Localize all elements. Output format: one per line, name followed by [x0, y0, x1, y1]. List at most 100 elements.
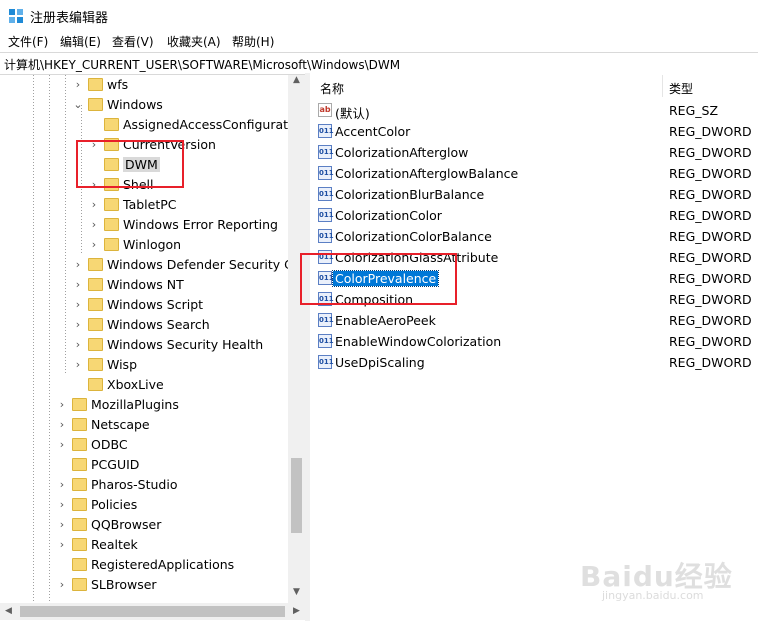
address-bar[interactable]: 计算机\HKEY_CURRENT_USER\SOFTWARE\Microsoft…: [0, 52, 758, 75]
value-name: ColorizationAfterglowBalance: [335, 166, 519, 181]
chevron-right-icon[interactable]: ›: [89, 218, 99, 231]
binary-value-icon: 011: [318, 208, 334, 222]
chevron-right-icon[interactable]: ›: [73, 278, 83, 291]
chevron-right-icon[interactable]: ›: [73, 78, 83, 91]
chevron-right-icon[interactable]: ›: [73, 358, 83, 371]
menu-view[interactable]: 查看(V): [112, 33, 154, 50]
tree-item-label: RegisteredApplications: [91, 557, 235, 572]
chevron-right-icon[interactable]: ›: [73, 338, 83, 351]
folder-icon: [72, 518, 87, 531]
column-header-name[interactable]: 名称: [320, 80, 344, 97]
tree-item[interactable]: › Realtek: [0, 535, 290, 555]
tree-item[interactable]: › MozillaPlugins: [0, 395, 290, 415]
folder-icon: [88, 298, 103, 311]
scroll-right-icon[interactable]: ▶: [288, 603, 305, 620]
value-name: AccentColor: [335, 124, 411, 139]
tree-item[interactable]: › Windows Search: [0, 315, 290, 335]
tree-item[interactable]: PCGUID: [0, 455, 290, 475]
tree-item[interactable]: › Windows NT: [0, 275, 290, 295]
folder-icon: [72, 398, 87, 411]
value-name: ColorizationColorBalance: [335, 229, 492, 244]
value-name: EnableAeroPeek: [335, 313, 436, 328]
tree-item[interactable]: › TabletPC: [0, 195, 290, 215]
value-row[interactable]: 011 AccentColor REG_DWORD: [310, 121, 758, 142]
string-value-icon: ab: [318, 103, 332, 117]
value-name: EnableWindowColorization: [335, 334, 502, 349]
hscroll-thumb[interactable]: [20, 606, 285, 617]
chevron-right-icon[interactable]: ›: [57, 478, 67, 491]
title-bar: 注册表编辑器: [0, 0, 758, 30]
tree-item[interactable]: XboxLive: [0, 375, 290, 395]
scroll-up-icon[interactable]: ▲: [288, 75, 305, 91]
value-row[interactable]: 011 ColorizationColorBalance REG_DWORD: [310, 226, 758, 247]
value-type: REG_DWORD: [669, 334, 752, 349]
chevron-right-icon[interactable]: ›: [57, 438, 67, 451]
scroll-left-icon[interactable]: ◀: [0, 603, 17, 620]
address-path[interactable]: 计算机\HKEY_CURRENT_USER\SOFTWARE\Microsoft…: [4, 56, 400, 73]
tree-item[interactable]: › Windows Script: [0, 295, 290, 315]
binary-value-icon: 011: [318, 313, 334, 327]
tree-item[interactable]: › Wisp: [0, 355, 290, 375]
tree-item[interactable]: RegisteredApplications: [0, 555, 290, 575]
tree-item[interactable]: › SLBrowser: [0, 575, 290, 595]
folder-icon: [72, 558, 87, 571]
value-type: REG_DWORD: [669, 145, 752, 160]
value-row[interactable]: ab (默认) REG_SZ: [310, 100, 758, 121]
folder-icon: [88, 98, 103, 111]
binary-value-icon: 011: [318, 166, 334, 180]
tree-item[interactable]: AssignedAccessConfiguratio: [0, 115, 299, 135]
value-row[interactable]: 011 EnableWindowColorization REG_DWORD: [310, 331, 758, 352]
tree-item[interactable]: › wfs: [0, 75, 290, 95]
folder-icon: [104, 118, 119, 131]
tree-item[interactable]: › Policies: [0, 495, 290, 515]
folder-icon: [72, 438, 87, 451]
chevron-right-icon[interactable]: ›: [73, 258, 83, 271]
chevron-right-icon[interactable]: ›: [73, 298, 83, 311]
tree-item[interactable]: › Windows Error Reporting: [0, 215, 290, 235]
value-type: REG_DWORD: [669, 313, 752, 328]
tree-item-label: AssignedAccessConfiguratio: [123, 117, 300, 132]
value-row[interactable]: 011 ColorizationAfterglow REG_DWORD: [310, 142, 758, 163]
tree-item[interactable]: › ODBC: [0, 435, 290, 455]
tree-item-label: TabletPC: [123, 197, 177, 212]
chevron-right-icon[interactable]: ›: [57, 578, 67, 591]
tree-item-label: Realtek: [91, 537, 138, 552]
chevron-down-icon[interactable]: ⌄: [73, 98, 83, 111]
value-row[interactable]: 011 UseDpiScaling REG_DWORD: [310, 352, 758, 373]
chevron-right-icon[interactable]: ›: [57, 518, 67, 531]
chevron-right-icon[interactable]: ›: [89, 238, 99, 251]
value-row[interactable]: 011 ColorizationColor REG_DWORD: [310, 205, 758, 226]
tree-item-label: MozillaPlugins: [91, 397, 179, 412]
column-header-type[interactable]: 类型: [669, 80, 693, 97]
menu-help[interactable]: 帮助(H): [232, 33, 274, 50]
value-type: REG_SZ: [669, 103, 719, 118]
value-row[interactable]: 011 ColorizationAfterglowBalance REG_DWORD: [310, 163, 758, 184]
tree-vertical-scrollbar[interactable]: ▲ ▼: [288, 75, 305, 603]
tree-item[interactable]: › Pharos-Studio: [0, 475, 290, 495]
chevron-right-icon[interactable]: ›: [57, 498, 67, 511]
scroll-thumb[interactable]: [291, 458, 302, 533]
chevron-right-icon[interactable]: ›: [89, 198, 99, 211]
annotation-box-dwm: [76, 140, 184, 188]
folder-icon: [72, 498, 87, 511]
chevron-right-icon[interactable]: ›: [57, 398, 67, 411]
value-row[interactable]: 011 ColorizationBlurBalance REG_DWORD: [310, 184, 758, 205]
chevron-right-icon[interactable]: ›: [57, 418, 67, 431]
tree-item[interactable]: › Netscape: [0, 415, 290, 435]
tree-item-label: Wisp: [107, 357, 138, 372]
tree-horizontal-scrollbar[interactable]: ◀ ▶: [0, 603, 305, 620]
tree-item[interactable]: › Windows Defender Security Cen: [0, 255, 305, 275]
tree-item[interactable]: › Winlogon: [0, 235, 290, 255]
scroll-down-icon[interactable]: ▼: [288, 587, 305, 603]
tree-item[interactable]: › QQBrowser: [0, 515, 290, 535]
menu-edit[interactable]: 编辑(E): [60, 33, 101, 50]
chevron-right-icon[interactable]: ›: [73, 318, 83, 331]
tree-item[interactable]: › Windows Security Health: [0, 335, 290, 355]
column-separator[interactable]: [662, 75, 663, 97]
menu-file[interactable]: 文件(F): [8, 33, 48, 50]
chevron-right-icon[interactable]: ›: [57, 538, 67, 551]
tree-item-label: ODBC: [91, 437, 128, 452]
menu-favorites[interactable]: 收藏夹(A): [167, 33, 221, 50]
value-row[interactable]: 011 EnableAeroPeek REG_DWORD: [310, 310, 758, 331]
tree-item[interactable]: ⌄ Windows: [0, 95, 290, 115]
